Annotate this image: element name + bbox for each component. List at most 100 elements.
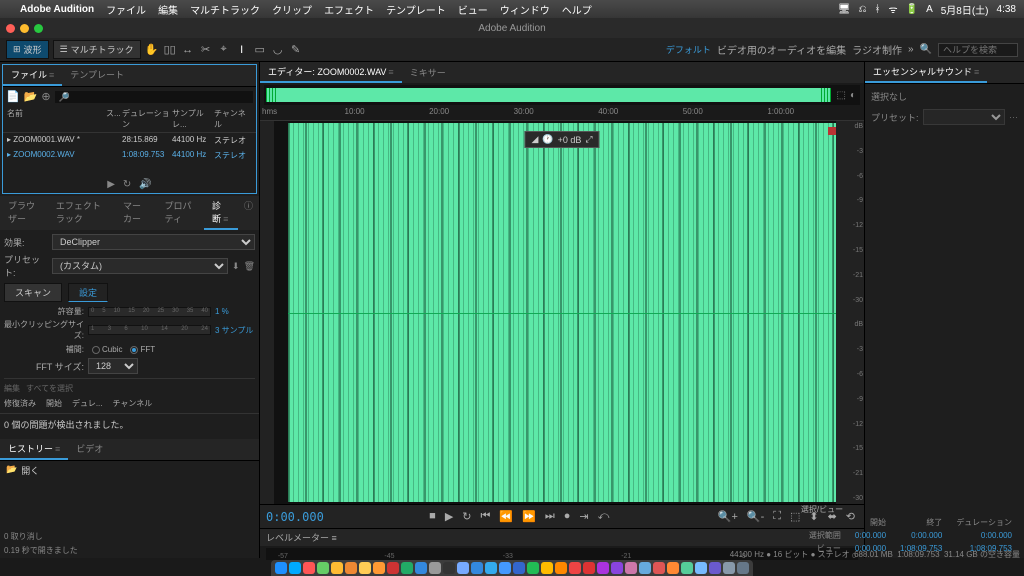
- menu-clip[interactable]: クリップ: [272, 2, 312, 17]
- spectral-toggle-icon[interactable]: ⬚: [837, 90, 846, 101]
- menu-view[interactable]: ビュー: [458, 2, 488, 17]
- menu-template[interactable]: テンプレート: [386, 2, 446, 17]
- dock-app-icon[interactable]: [289, 562, 301, 574]
- status-screencast-icon[interactable]: 🖥: [838, 4, 851, 15]
- tab-templates[interactable]: テンプレート: [62, 65, 132, 86]
- info-icon[interactable]: ⓘ: [238, 196, 259, 230]
- status-battery-icon[interactable]: 🔋: [906, 4, 918, 15]
- expand-icon[interactable]: ⤢: [585, 134, 592, 145]
- lasso-tool-icon[interactable]: ◡: [271, 43, 285, 57]
- file-row-selected[interactable]: ▸ ZOOM0002.WAV1:08:09.75344100 Hzステレオ: [3, 148, 256, 163]
- history-item[interactable]: 📂開く: [0, 461, 259, 480]
- return-playhead-button[interactable]: ⤺: [595, 510, 613, 523]
- play-file-icon[interactable]: ▶: [107, 179, 115, 190]
- radio-fft[interactable]: FFT: [130, 344, 155, 355]
- dock-app-icon[interactable]: [443, 562, 455, 574]
- zoom-window-button[interactable]: [34, 24, 43, 33]
- status-bluetooth-icon[interactable]: ᚼ: [874, 4, 880, 15]
- dock-app-icon[interactable]: [513, 562, 525, 574]
- clip-indicator[interactable]: [828, 127, 836, 135]
- dock-app-icon[interactable]: [555, 562, 567, 574]
- dock-app-icon[interactable]: [569, 562, 581, 574]
- tab-diagnostics[interactable]: 診断≡: [204, 196, 238, 230]
- dock-app-icon[interactable]: [345, 562, 357, 574]
- dock-app-icon[interactable]: [317, 562, 329, 574]
- tab-editor[interactable]: エディター: ZOOM0002.WAV≡: [260, 62, 402, 83]
- tab-property[interactable]: プロパティ: [157, 196, 205, 230]
- time-select-tool-icon[interactable]: I: [235, 43, 249, 57]
- status-timemachine-icon[interactable]: ⎌: [858, 4, 866, 15]
- dock-app-icon[interactable]: [457, 562, 469, 574]
- brush-tool-icon[interactable]: ✎: [289, 43, 303, 57]
- save-preset-icon[interactable]: ⬇: [232, 261, 240, 272]
- menu-edit[interactable]: 編集: [158, 2, 178, 17]
- open-file-icon[interactable]: 📂: [24, 90, 38, 103]
- tab-browser[interactable]: ブラウザー: [0, 196, 48, 230]
- dock-app-icon[interactable]: [485, 562, 497, 574]
- dock-app-icon[interactable]: [471, 562, 483, 574]
- timecode-display[interactable]: 0:00.000: [266, 510, 324, 524]
- menu-help[interactable]: ヘルプ: [562, 2, 592, 17]
- hand-tool-icon[interactable]: ✋: [145, 43, 159, 57]
- move-tool-icon[interactable]: ↔: [181, 43, 195, 57]
- dock-app-icon[interactable]: [723, 562, 735, 574]
- dock-app-icon[interactable]: [527, 562, 539, 574]
- menu-file[interactable]: ファイル: [106, 2, 146, 17]
- tab-essential-sound[interactable]: エッセンシャルサウンド≡: [865, 62, 987, 83]
- scan-button[interactable]: スキャン: [4, 283, 62, 302]
- waveform-mode-button[interactable]: ⊞波形: [6, 40, 49, 59]
- delete-preset-icon[interactable]: 🗑: [244, 261, 255, 272]
- dock-app-icon[interactable]: [709, 562, 721, 574]
- tab-mixer[interactable]: ミキサー: [402, 63, 454, 82]
- tab-files[interactable]: ファイル≡: [3, 65, 62, 86]
- pan-display-icon[interactable]: ◐: [850, 90, 856, 101]
- record-icon[interactable]: ⊕: [41, 90, 50, 103]
- workspace-video[interactable]: ビデオ用のオーディオを編集: [717, 42, 846, 57]
- waveform-editor[interactable]: ◢🕐+0 dB⤢ dB-3-6-9-12-15-21-30 dB-3-6-9-1…: [260, 121, 864, 504]
- menu-window[interactable]: ウィンドウ: [500, 2, 550, 17]
- dock-app-icon[interactable]: [331, 562, 343, 574]
- status-input-icon[interactable]: A: [926, 4, 933, 15]
- go-start-button[interactable]: ⏮: [478, 510, 494, 523]
- settings-button[interactable]: 設定: [68, 283, 108, 302]
- tab-marker[interactable]: マーカー: [115, 196, 157, 230]
- dock-app-icon[interactable]: [639, 562, 651, 574]
- menu-multitrack[interactable]: マルチトラック: [190, 2, 260, 17]
- dock-app-icon[interactable]: [541, 562, 553, 574]
- volume-hud[interactable]: ◢🕐+0 dB⤢: [524, 131, 599, 148]
- fftsize-select[interactable]: 128: [88, 358, 138, 374]
- file-row[interactable]: ▸ ZOOM0001.WAV *28:15.86944100 Hzステレオ: [3, 133, 256, 148]
- status-wifi-icon[interactable]: ᯤ: [888, 2, 897, 16]
- status-date[interactable]: 5月8日(土): [941, 2, 989, 17]
- cut-tool-icon[interactable]: ▯▯: [163, 43, 177, 57]
- radio-cubic[interactable]: Cubic: [92, 344, 122, 355]
- dock-app-icon[interactable]: [275, 562, 287, 574]
- zoom-in-icon[interactable]: 🔍+: [715, 510, 741, 523]
- filter-selectall[interactable]: すべてを選択: [26, 383, 73, 394]
- dock-app-icon[interactable]: [667, 562, 679, 574]
- ess-preset-menu-icon[interactable]: ⋯: [1009, 112, 1018, 123]
- tab-fxrack[interactable]: エフェクトラック: [48, 196, 115, 230]
- workspace-radio[interactable]: ラジオ制作: [852, 42, 902, 57]
- dock-app-icon[interactable]: [653, 562, 665, 574]
- autoplay-icon[interactable]: 🔊: [139, 179, 151, 190]
- zoom-out-icon[interactable]: 🔍-: [744, 510, 767, 523]
- forward-button[interactable]: ⏩: [519, 510, 539, 523]
- loop-file-icon[interactable]: ↻: [123, 179, 131, 190]
- dock-app-icon[interactable]: [499, 562, 511, 574]
- dock-app-icon[interactable]: [737, 562, 749, 574]
- new-file-icon[interactable]: 📄: [6, 90, 20, 103]
- effect-select[interactable]: DeClipper: [52, 234, 255, 250]
- file-filter-input[interactable]: [55, 91, 253, 103]
- filter-edit[interactable]: 編集: [4, 383, 20, 394]
- dock-app-icon[interactable]: [373, 562, 385, 574]
- dock-app-icon[interactable]: [695, 562, 707, 574]
- go-end-button[interactable]: ⏭: [542, 510, 558, 523]
- zoom-full-icon[interactable]: ⛶: [770, 510, 784, 523]
- minimize-window-button[interactable]: [20, 24, 29, 33]
- dock-app-icon[interactable]: [303, 562, 315, 574]
- app-menu[interactable]: Adobe Audition: [20, 4, 94, 15]
- tab-history[interactable]: ヒストリー≡: [0, 439, 68, 460]
- dock-app-icon[interactable]: [415, 562, 427, 574]
- close-window-button[interactable]: [6, 24, 15, 33]
